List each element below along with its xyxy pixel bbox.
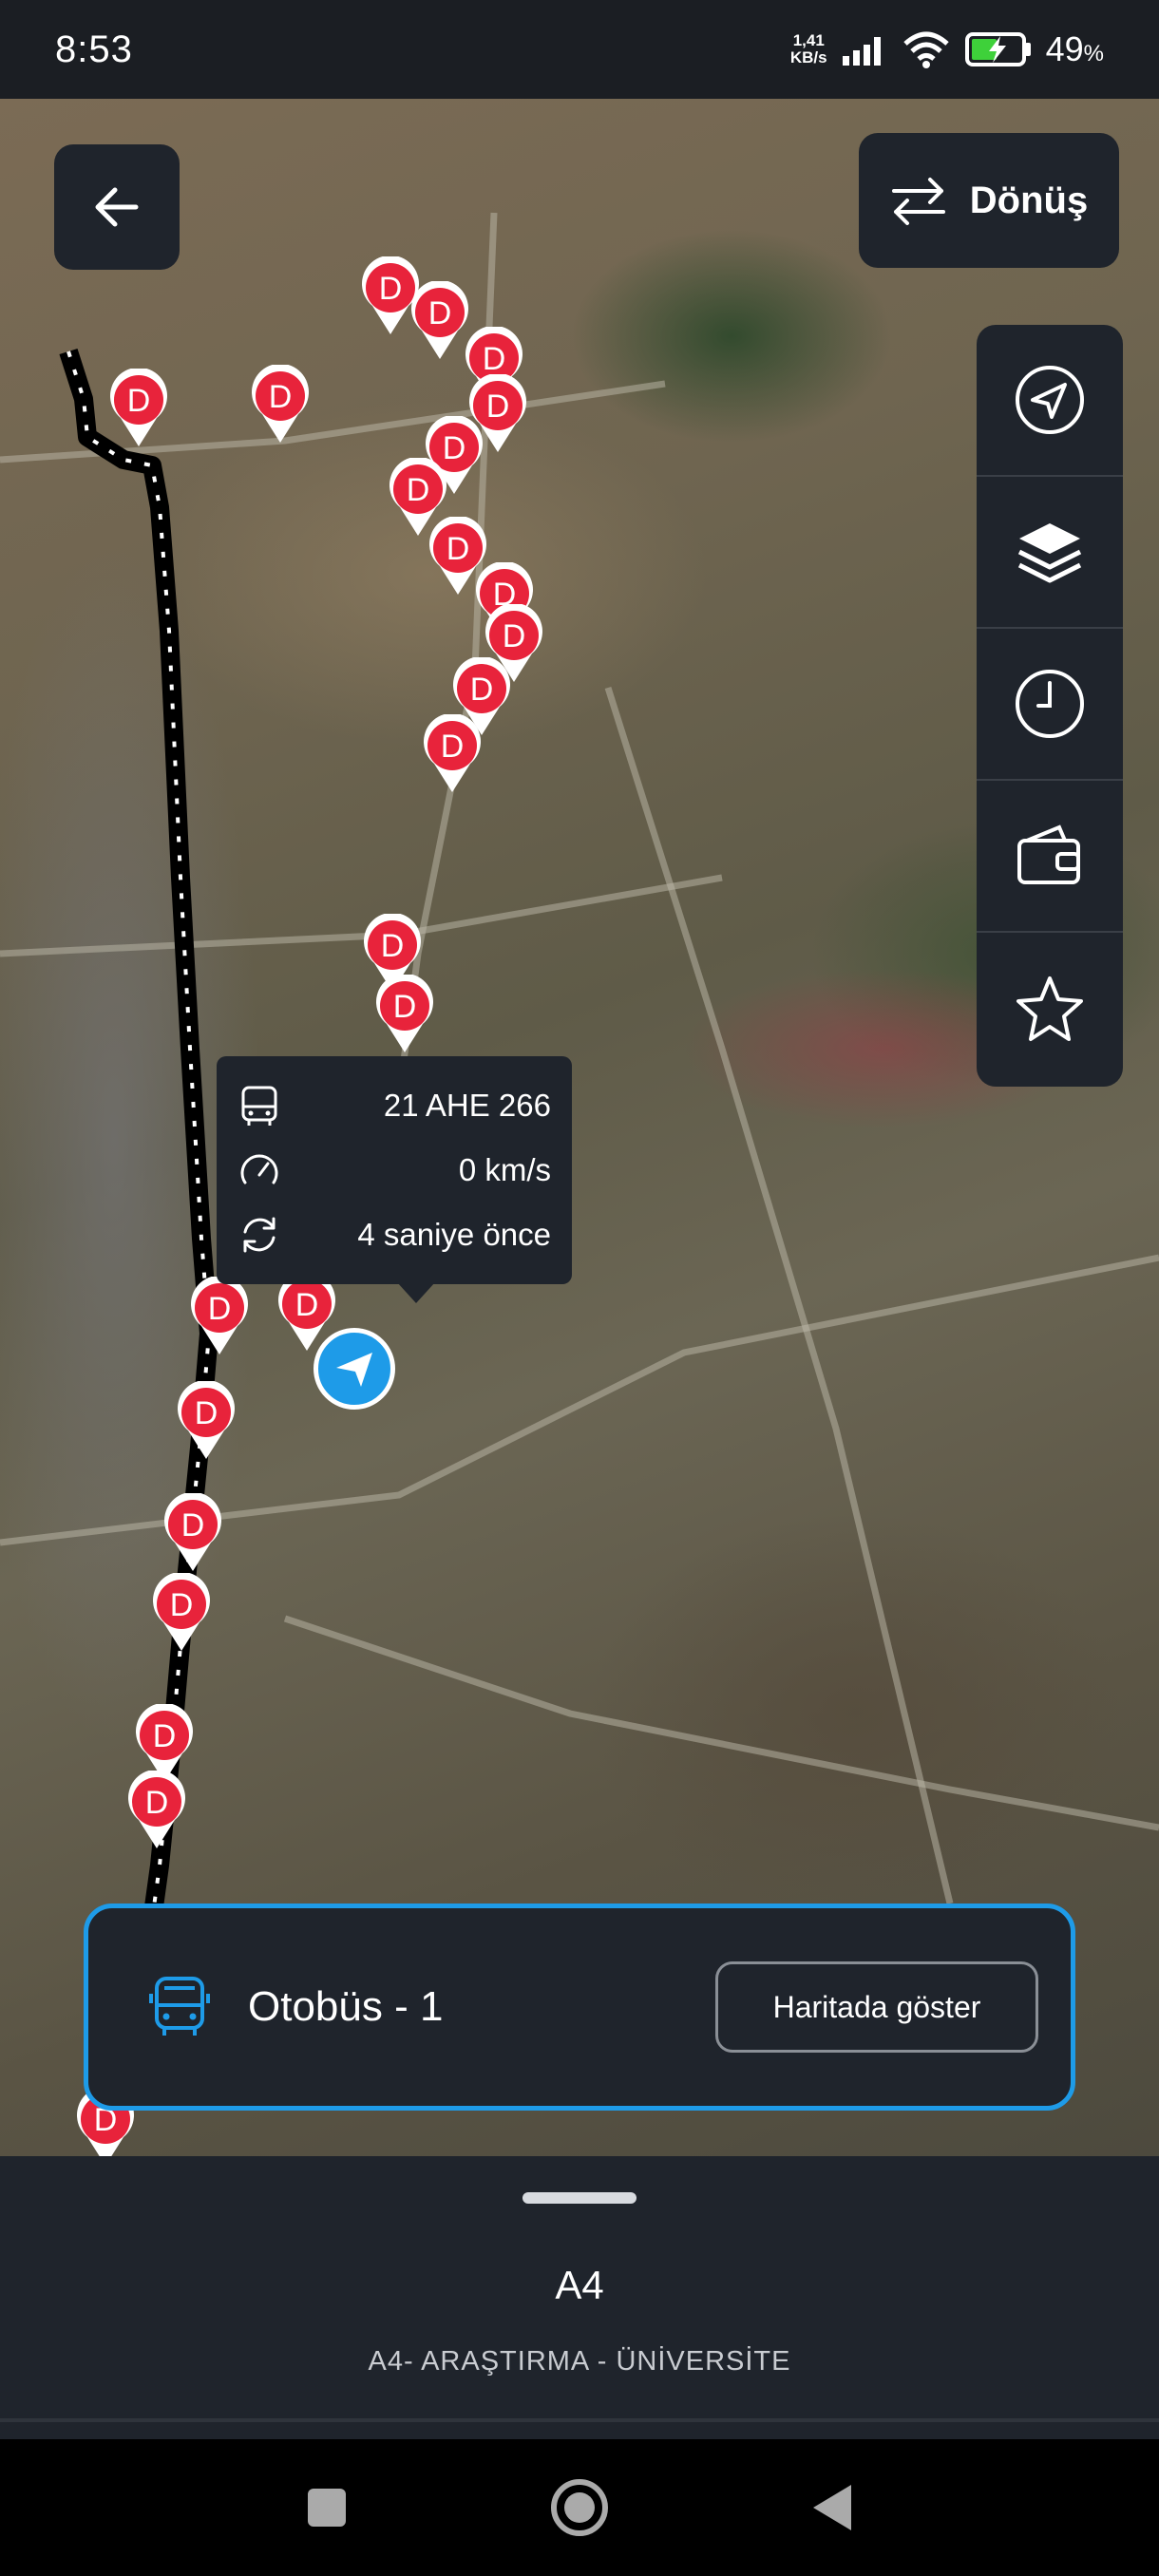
return-direction-button[interactable]: Dönüş xyxy=(859,133,1119,268)
svg-text:D: D xyxy=(470,672,494,708)
svg-text:D: D xyxy=(503,618,526,654)
network-speed-value: 1,41 xyxy=(792,31,825,49)
drag-handle[interactable] xyxy=(522,2192,636,2204)
home-button[interactable] xyxy=(545,2473,614,2542)
vehicle-plate: 21 AHE 266 xyxy=(383,1088,551,1123)
svg-text:D: D xyxy=(483,341,506,377)
bus-stop-marker[interactable]: D xyxy=(175,1381,238,1461)
back-nav-button[interactable] xyxy=(798,2473,866,2542)
speedometer-icon xyxy=(240,1154,278,1184)
divider xyxy=(0,2418,1159,2422)
bus-stop-marker[interactable]: D xyxy=(188,1277,251,1356)
bus-stop-marker[interactable]: D xyxy=(125,1771,188,1850)
bus-stop-marker[interactable]: D xyxy=(249,365,312,445)
navigation-arrow-icon xyxy=(1016,366,1084,434)
layers-icon xyxy=(1017,523,1082,583)
signal-icon xyxy=(842,37,881,66)
svg-text:D: D xyxy=(145,1785,169,1821)
favorites-button[interactable] xyxy=(977,933,1123,1085)
triangle-back-icon xyxy=(813,2485,851,2530)
svg-text:D: D xyxy=(441,729,465,765)
route-bottom-sheet[interactable]: A4 A4- ARAŞTIRMA - ÜNİVERSİTE xyxy=(0,2156,1159,2439)
svg-text:D: D xyxy=(170,1587,194,1623)
battery-charging-icon xyxy=(964,32,1031,66)
battery-percent: 49% xyxy=(1045,29,1104,68)
back-button[interactable] xyxy=(54,144,180,270)
bus-icon xyxy=(241,1086,277,1126)
svg-text:D: D xyxy=(393,989,417,1025)
layers-button[interactable] xyxy=(977,477,1123,629)
status-icons: 1,41 KB/s 49% xyxy=(790,29,1104,69)
circle-icon xyxy=(551,2479,608,2536)
bus-stop-marker[interactable]: D xyxy=(373,975,436,1054)
svg-text:D: D xyxy=(208,1291,232,1327)
map-tools-panel xyxy=(977,325,1123,1087)
return-direction-label: Dönüş xyxy=(969,179,1089,221)
show-on-map-button[interactable]: Haritada göster xyxy=(715,1961,1038,2053)
svg-text:D: D xyxy=(195,1395,218,1431)
svg-text:D: D xyxy=(379,271,403,307)
svg-text:D: D xyxy=(269,379,293,415)
square-icon xyxy=(308,2489,346,2527)
svg-text:D: D xyxy=(127,383,151,419)
svg-text:D: D xyxy=(295,1287,319,1323)
vehicle-location-marker[interactable] xyxy=(314,1328,395,1410)
star-icon xyxy=(1016,976,1083,1041)
network-speed: 1,41 KB/s xyxy=(790,32,827,66)
svg-text:D: D xyxy=(181,1507,205,1544)
locate-button[interactable] xyxy=(977,325,1123,477)
svg-text:D: D xyxy=(428,295,452,331)
route-code: A4 xyxy=(555,2263,604,2307)
bus-stop-marker[interactable]: D xyxy=(150,1573,213,1653)
system-nav-bar xyxy=(0,2439,1159,2576)
recents-button[interactable] xyxy=(293,2473,361,2542)
bus-stop-marker[interactable]: D xyxy=(421,714,484,794)
vehicle-info-popup: 21 AHE 266 0 km/s 4 saniye önce xyxy=(217,1056,572,1303)
svg-text:D: D xyxy=(407,472,430,508)
refresh-icon xyxy=(243,1217,276,1253)
schedule-button[interactable] xyxy=(977,629,1123,781)
network-speed-unit: KB/s xyxy=(789,48,827,66)
speed-row: 0 km/s xyxy=(238,1138,551,1203)
wifi-icon xyxy=(902,31,949,68)
wallet-icon xyxy=(1017,824,1080,884)
arrow-left-icon xyxy=(95,187,139,227)
route-name: A4- ARAŞTIRMA - ÜNİVERSİTE xyxy=(368,2346,791,2377)
bus-front-icon xyxy=(149,1977,210,2036)
last-update: 4 saniye önce xyxy=(357,1217,551,1252)
wallet-button[interactable] xyxy=(977,781,1123,933)
vehicle-speed: 0 km/s xyxy=(458,1152,551,1187)
bus-card[interactable]: Otobüs - 1 Haritada göster xyxy=(84,1904,1075,2111)
status-bar: 8:53 1,41 KB/s 49% xyxy=(0,0,1159,99)
clock-icon xyxy=(1016,670,1084,738)
update-row: 4 saniye önce xyxy=(238,1203,551,1267)
bus-stop-marker[interactable]: D xyxy=(162,1493,224,1573)
svg-text:D: D xyxy=(486,388,510,425)
svg-text:D: D xyxy=(381,928,405,964)
status-time: 8:53 xyxy=(55,28,133,70)
bus-stop-marker[interactable]: D xyxy=(107,369,170,448)
plate-row: 21 AHE 266 xyxy=(238,1073,551,1138)
bus-title: Otobüs - 1 xyxy=(248,1983,444,2030)
svg-text:D: D xyxy=(153,1718,177,1754)
swap-arrows-icon xyxy=(891,178,945,225)
svg-text:D: D xyxy=(446,531,470,567)
send-arrow-icon xyxy=(336,1353,372,1387)
